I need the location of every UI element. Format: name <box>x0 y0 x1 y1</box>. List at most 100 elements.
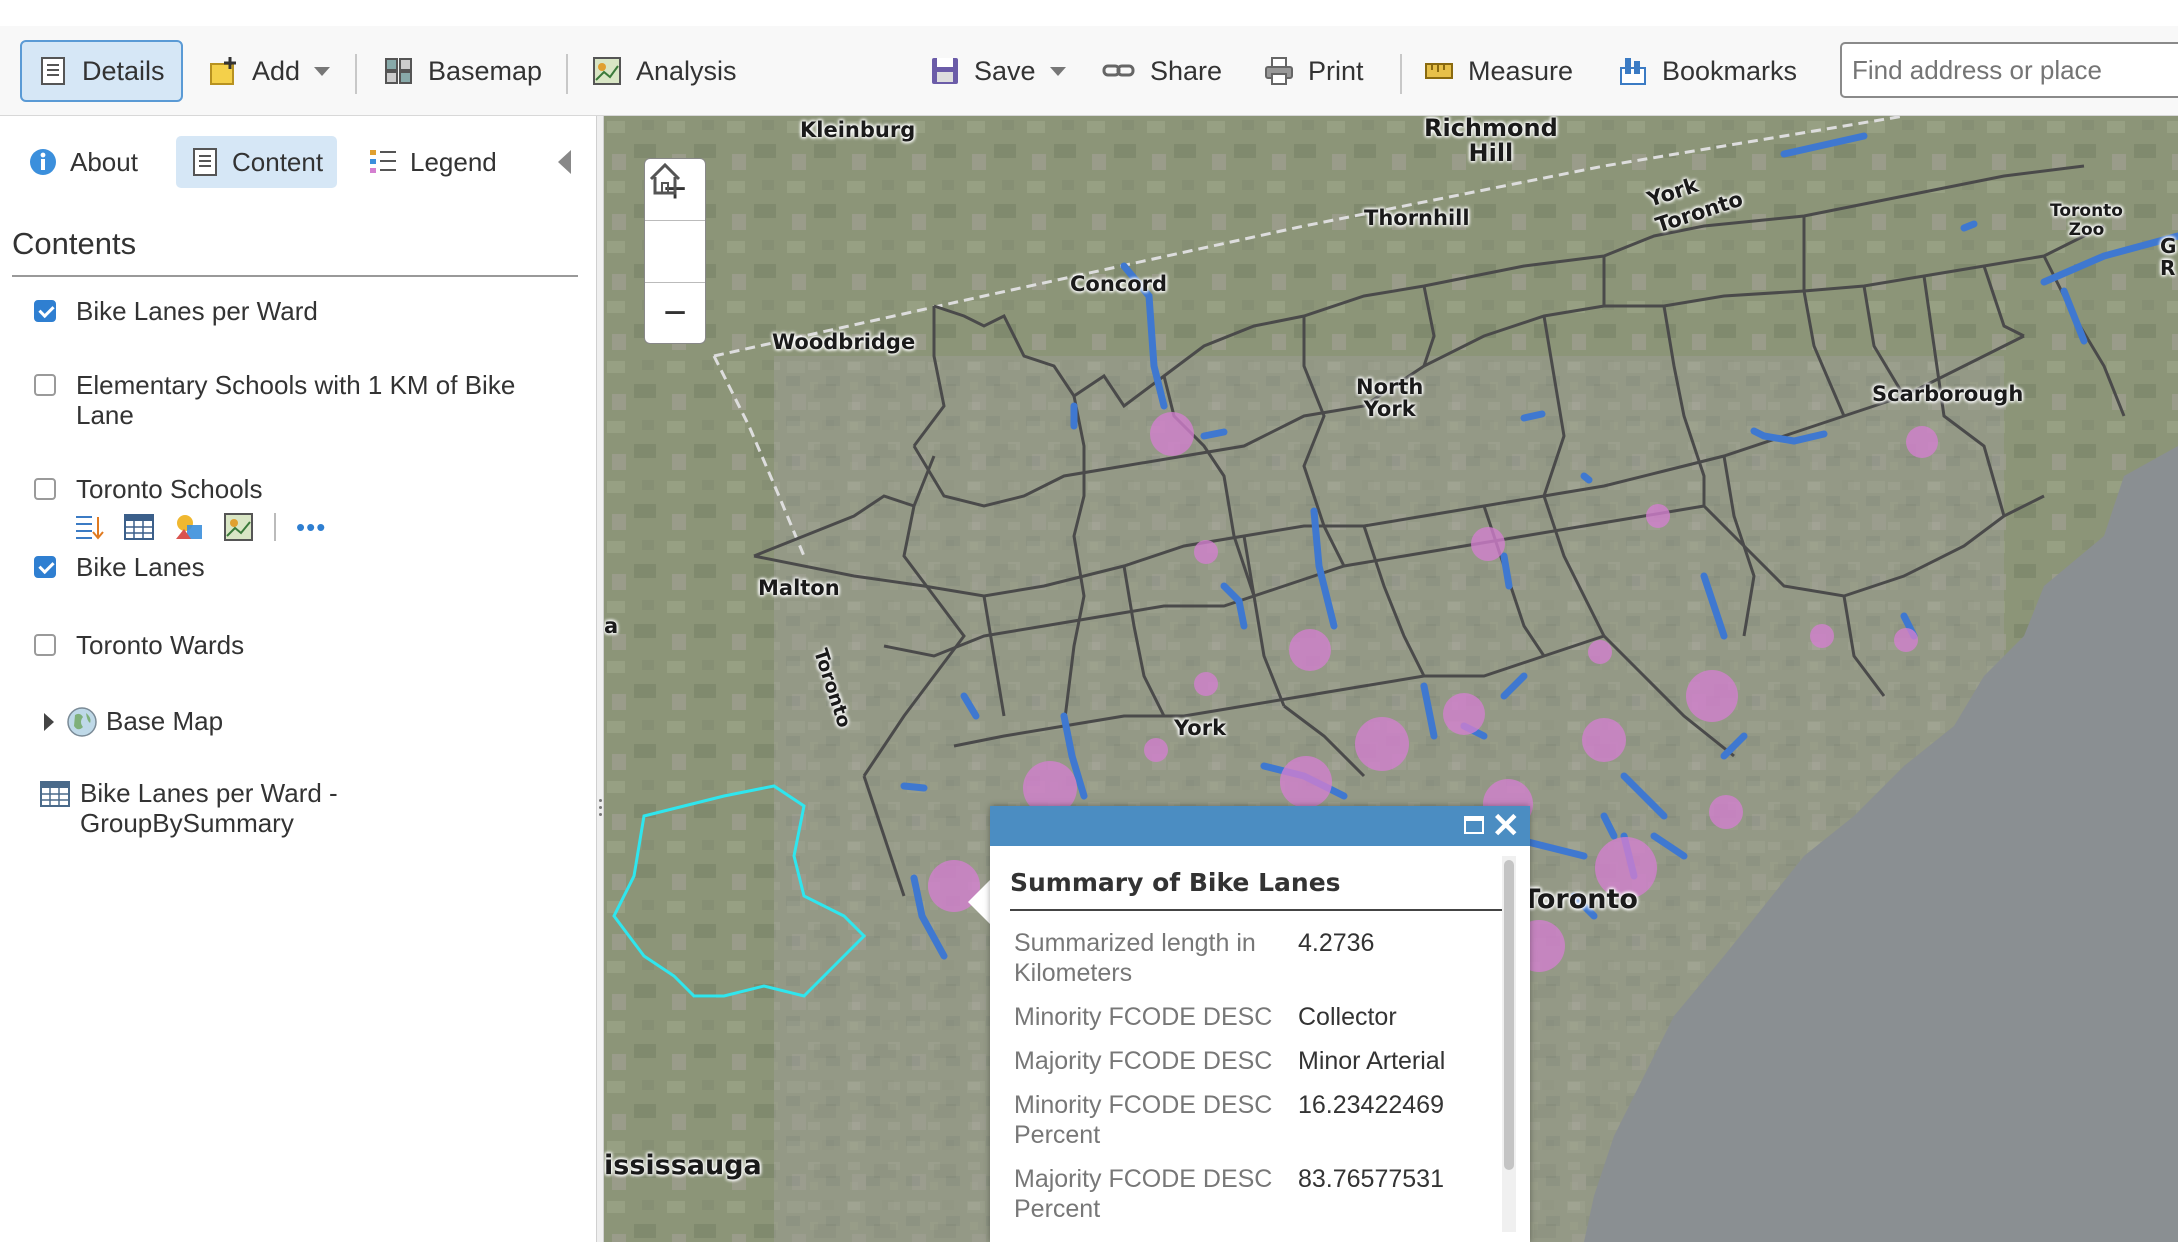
chevron-down-icon <box>1049 66 1066 76</box>
toolbar-divider <box>566 54 568 94</box>
place-label: Woodbridge <box>772 330 916 354</box>
add-label: Add <box>252 55 301 86</box>
popup-scrollbar[interactable] <box>1502 856 1516 1232</box>
zoom-out-button[interactable]: − <box>645 283 705 344</box>
chevron-down-icon <box>314 66 331 76</box>
more-options-icon[interactable]: ••• <box>296 514 326 540</box>
attribute-key: Minority FCODE DESC Percent <box>1014 1091 1273 1149</box>
details-button[interactable]: Details <box>20 40 183 102</box>
measure-button[interactable]: Measure <box>1424 40 1573 102</box>
splitter-grip-icon[interactable] <box>596 795 604 829</box>
basemap-button[interactable]: Basemap <box>384 40 542 102</box>
tab-legend-label: Legend <box>410 146 497 177</box>
basemap-label: Basemap <box>428 55 543 86</box>
tools-divider <box>274 513 276 541</box>
place-label: Malton <box>758 576 840 600</box>
panel-splitter[interactable] <box>596 116 604 1242</box>
zoom-control: + − <box>644 158 706 344</box>
toolbar: Details Add Basemap Analysis Save Share <box>0 26 2178 116</box>
layer-label[interactable]: Toronto Schools <box>76 474 556 504</box>
attribute-key: Majority FCODE DESC Percent <box>1014 1165 1273 1223</box>
info-icon <box>28 147 58 177</box>
analysis-icon <box>592 56 622 86</box>
place-label: Richmond Hill <box>1424 116 1558 167</box>
attribute-value: 16.23422469 <box>1298 1091 1444 1119</box>
bookmarks-label: Bookmarks <box>1662 55 1798 86</box>
layer-checkbox[interactable] <box>34 300 56 322</box>
layer-checkbox[interactable] <box>34 556 56 578</box>
change-style-icon[interactable] <box>174 513 204 541</box>
share-label: Share <box>1150 55 1223 86</box>
attribute-value: 4.2736 <box>1298 929 1375 957</box>
details-label: Details <box>82 55 165 86</box>
attribute-value: 83.76577531 <box>1298 1165 1444 1193</box>
basemap-grid-icon <box>384 56 414 86</box>
analysis-label: Analysis <box>636 55 737 86</box>
table-icon[interactable] <box>124 513 154 541</box>
attribute-key: Majority FCODE DESC <box>1014 1047 1273 1075</box>
share-button[interactable]: Share <box>1102 40 1222 102</box>
attribute-key: Summarized length in Kilometers <box>1014 929 1256 987</box>
printer-icon <box>1264 56 1294 86</box>
summary-popup: ✕ Summary of Bike Lanes Summarized lengt… <box>990 806 1530 1242</box>
close-icon[interactable]: ✕ <box>1492 808 1521 844</box>
layer-checkbox[interactable] <box>34 634 56 656</box>
share-link-icon <box>1102 56 1136 86</box>
layer-label[interactable]: Bike Lanes per Ward - GroupBySummary <box>80 778 400 838</box>
layer-item: Elementary Schools with 1 KM of Bike Lan… <box>34 370 556 430</box>
tab-content-label: Content <box>232 146 324 177</box>
legend-list-icon <box>368 147 398 177</box>
place-label: G <box>2160 234 2177 258</box>
layer-list-sort-icon[interactable] <box>74 513 104 541</box>
perform-analysis-icon[interactable] <box>224 513 254 541</box>
bookmarks-icon <box>1618 56 1648 86</box>
content-list-icon <box>190 147 220 177</box>
details-panel: About Content Legend Contents Bike Lanes… <box>0 116 596 1242</box>
print-button[interactable]: Print <box>1264 40 1364 102</box>
place-label: York <box>1174 716 1227 740</box>
analysis-button[interactable]: Analysis <box>592 40 737 102</box>
layer-tools: ••• <box>74 510 326 544</box>
place-label: ississauga <box>604 1150 762 1181</box>
toolbar-divider <box>1400 54 1402 94</box>
print-label: Print <box>1308 55 1364 86</box>
layer-checkbox[interactable] <box>34 374 56 396</box>
measure-label: Measure <box>1468 55 1574 86</box>
tab-about[interactable]: About <box>28 136 138 188</box>
layer-item: Toronto Schools <box>34 474 556 504</box>
tab-legend[interactable]: Legend <box>368 136 497 188</box>
expand-triangle-icon[interactable] <box>44 713 54 731</box>
collapse-panel-icon[interactable] <box>558 150 571 174</box>
save-button[interactable]: Save <box>930 40 1066 102</box>
tab-content[interactable]: Content <box>176 136 338 188</box>
layer-label[interactable]: Base Map <box>106 706 586 736</box>
attribute-value: Minor Arterial <box>1298 1047 1446 1075</box>
place-label: Thornhill <box>1364 206 1470 230</box>
maximize-icon[interactable] <box>1464 816 1484 834</box>
save-disk-icon <box>930 56 960 86</box>
layer-label[interactable]: Toronto Wards <box>76 630 556 660</box>
place-label: Toronto <box>1522 884 1638 915</box>
bookmarks-button[interactable]: Bookmarks <box>1618 40 1797 102</box>
place-label: Toronto Zoo <box>2050 201 2123 240</box>
attribute-value: Collector <box>1298 1003 1397 1031</box>
layer-checkbox[interactable] <box>34 478 56 500</box>
place-label: R <box>2160 256 2176 280</box>
layer-label[interactable]: Bike Lanes <box>76 552 556 582</box>
layer-item-table: Bike Lanes per Ward - GroupBySummary <box>40 778 400 838</box>
place-label: Scarborough <box>1872 382 2024 406</box>
search-input[interactable] <box>1840 42 2178 98</box>
layer-label[interactable]: Elementary Schools with 1 KM of Bike Lan… <box>76 370 556 430</box>
add-button[interactable]: Add <box>208 40 331 102</box>
layer-label[interactable]: Bike Lanes per Ward <box>76 296 556 326</box>
contents-title: Contents <box>12 226 137 261</box>
place-label: a <box>604 614 619 638</box>
place-label: Concord <box>1070 272 1168 296</box>
place-label: North York <box>1356 375 1424 421</box>
home-button[interactable] <box>645 162 705 283</box>
scrollbar-thumb[interactable] <box>1504 860 1514 1170</box>
measure-ruler-icon <box>1424 56 1454 86</box>
details-icon <box>38 56 68 86</box>
layer-item: Bike Lanes per Ward <box>34 296 556 326</box>
popup-header: ✕ <box>990 806 1530 846</box>
